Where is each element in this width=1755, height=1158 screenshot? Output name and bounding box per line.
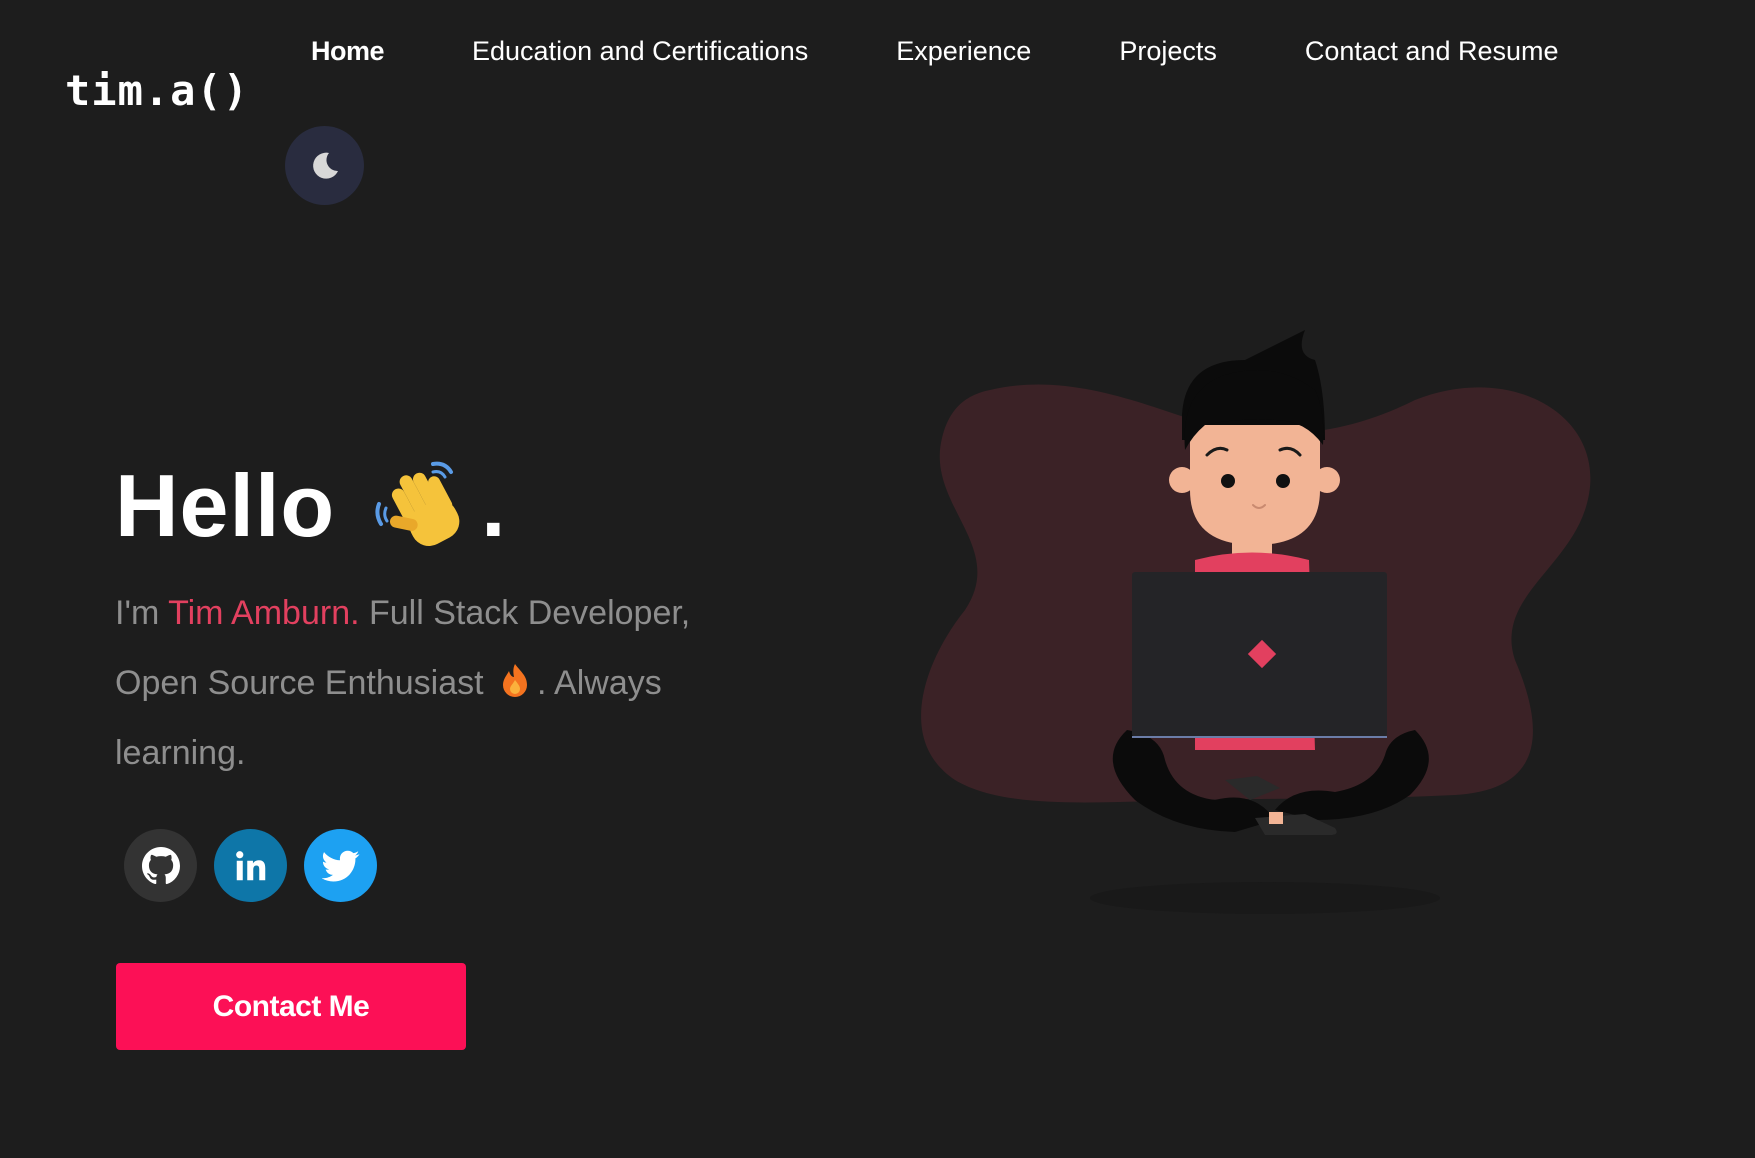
greeting-text: Hello	[115, 456, 336, 555]
moon-icon	[312, 152, 338, 179]
main-nav: Home Education and Certifications Experi…	[311, 36, 1647, 67]
nav-experience[interactable]: Experience	[896, 36, 1031, 67]
fire-icon	[503, 664, 528, 697]
twitter-icon	[321, 850, 359, 882]
contact-me-button[interactable]: Contact Me	[116, 963, 466, 1050]
linkedin-button[interactable]	[214, 829, 287, 902]
twitter-button[interactable]	[304, 829, 377, 902]
intro-name: Tim Amburn.	[168, 594, 360, 632]
greeting-period: .	[481, 456, 507, 555]
hero-greeting: Hello .	[115, 455, 507, 557]
hero-intro: I'm Tim Amburn. Full Stack Developer, Op…	[115, 578, 755, 788]
nav-education[interactable]: Education and Certifications	[472, 36, 808, 67]
intro-prefix: I'm	[115, 594, 169, 632]
site-logo[interactable]: tim.a()	[65, 66, 249, 115]
linkedin-icon	[235, 850, 265, 880]
waving-hand-icon	[375, 461, 460, 547]
portfolio-page: tim.a() Home Education and Certification…	[0, 0, 1755, 1158]
theme-toggle-button[interactable]	[285, 126, 364, 205]
nav-home[interactable]: Home	[311, 36, 385, 67]
github-button[interactable]	[124, 829, 197, 902]
nav-contact-resume[interactable]: Contact and Resume	[1305, 36, 1559, 67]
developer-illustration	[921, 330, 1591, 914]
github-icon	[141, 846, 180, 884]
social-links	[124, 829, 377, 902]
nav-projects[interactable]: Projects	[1119, 36, 1217, 67]
ground-shadow	[1090, 882, 1440, 914]
